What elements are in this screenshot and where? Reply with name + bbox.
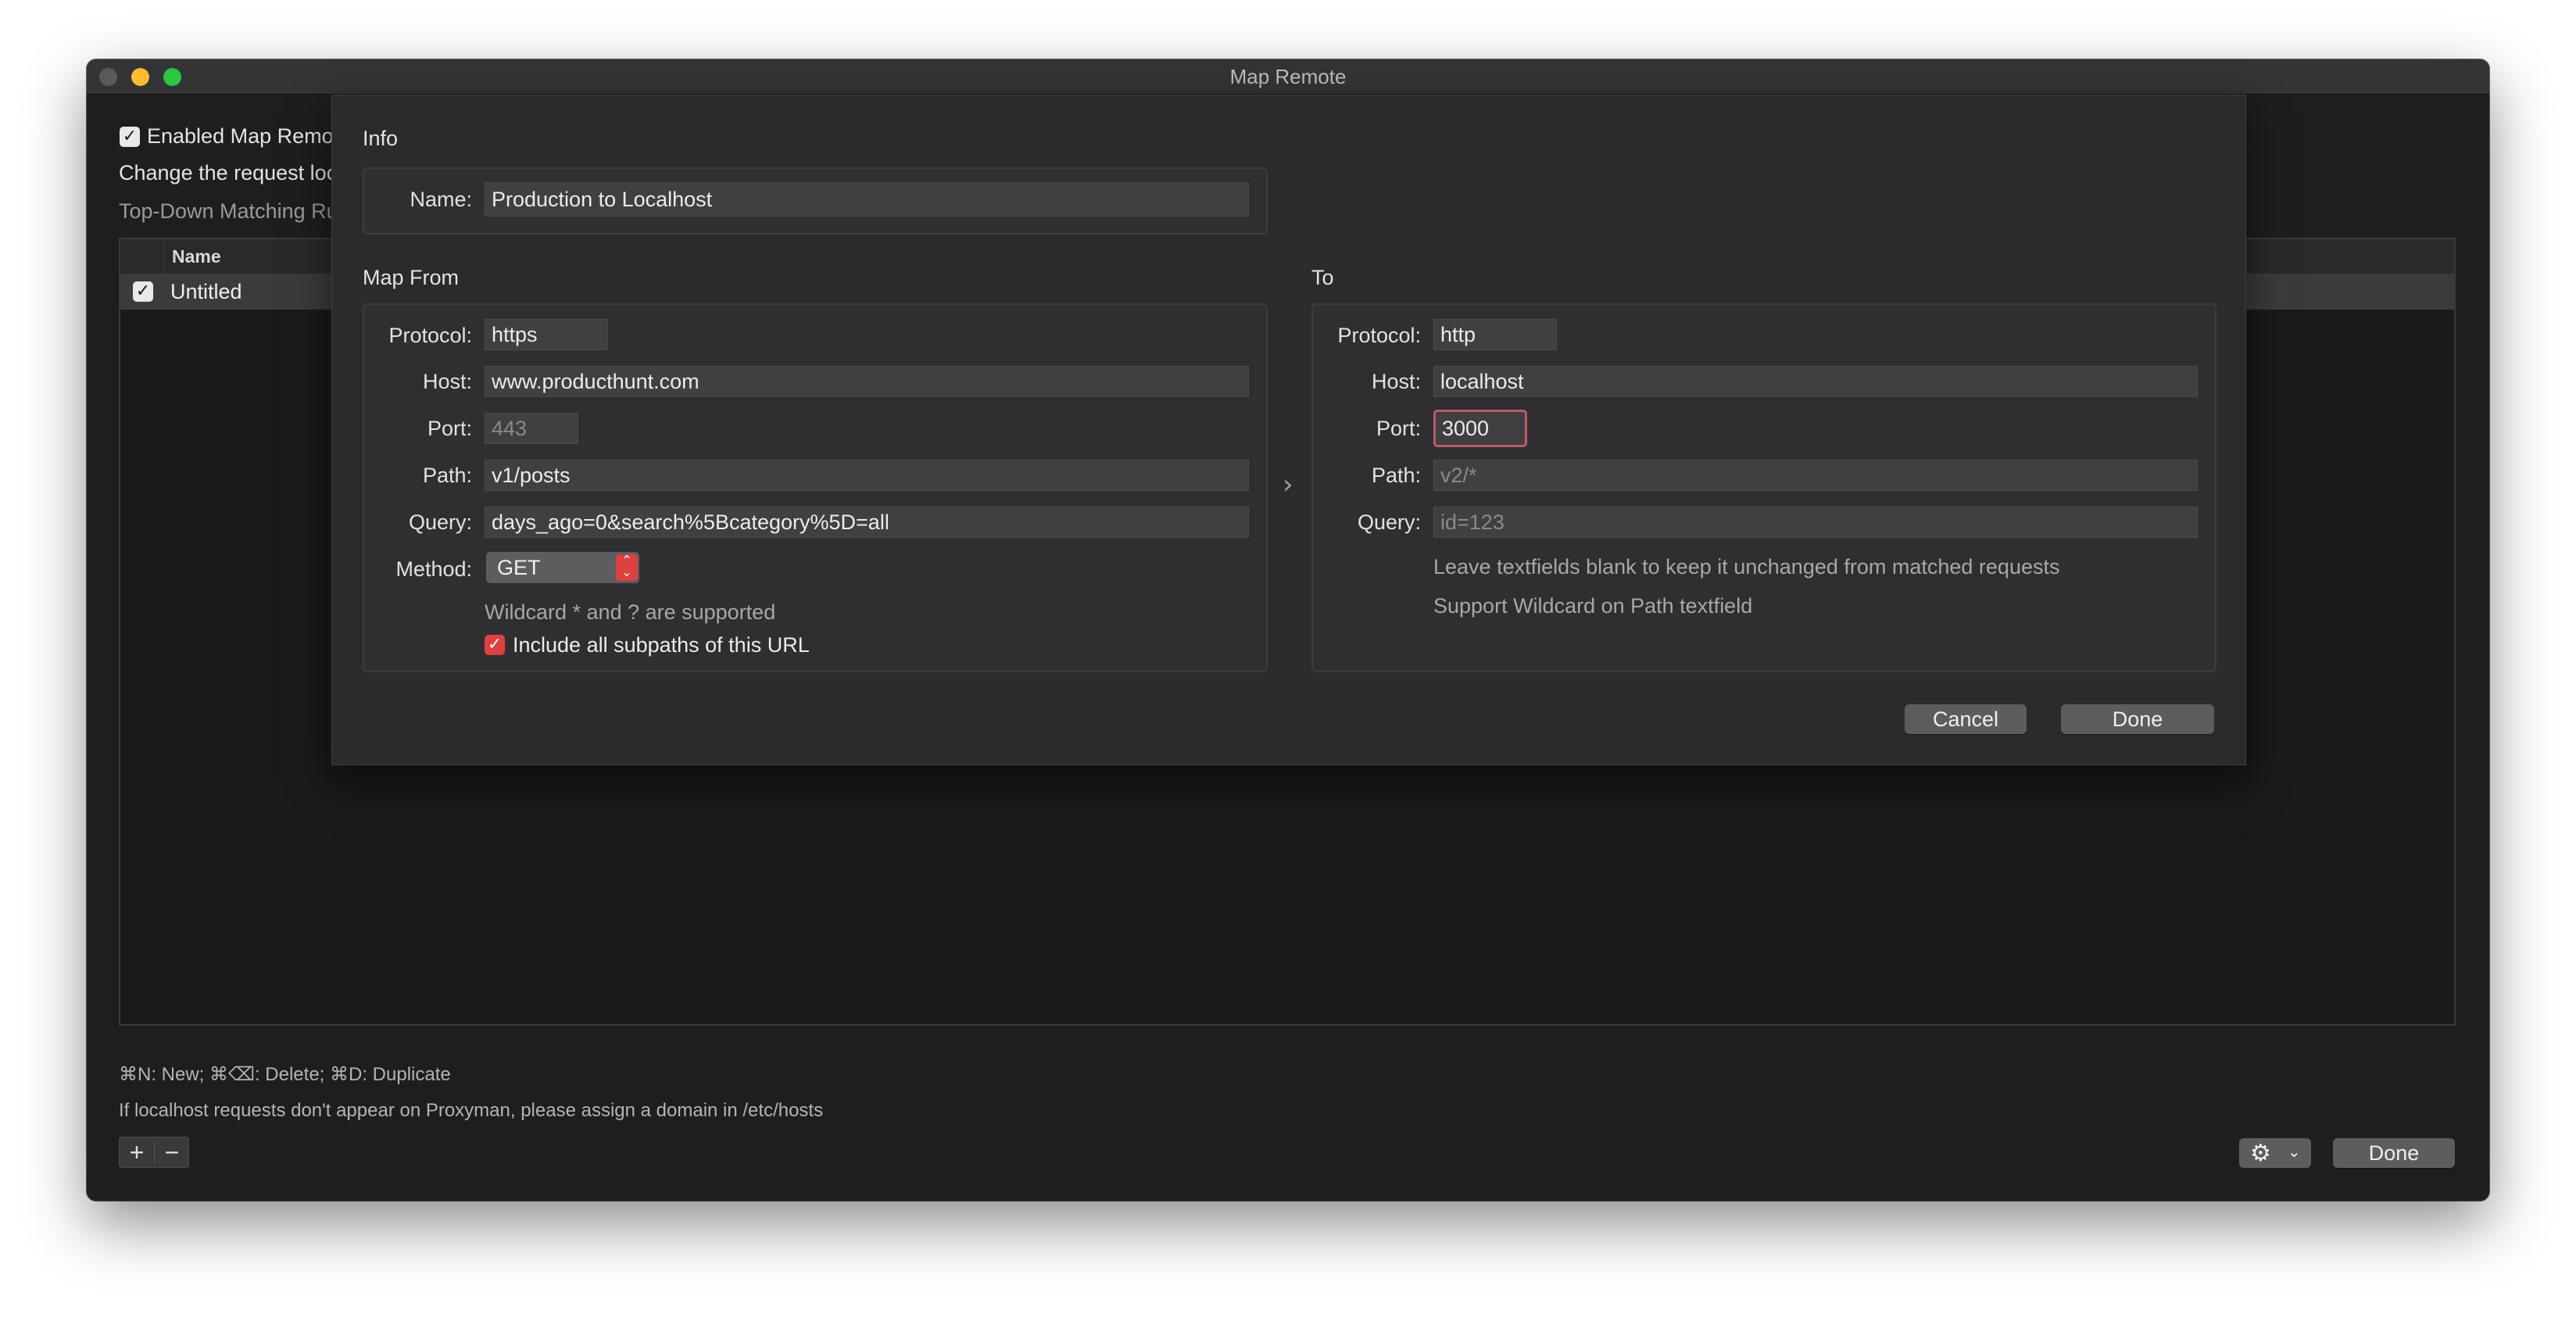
from-protocol-field[interactable]: https <box>485 319 608 350</box>
settings-dropdown[interactable]: ⚙ ⌄ <box>2239 1138 2311 1168</box>
from-host-label: Host: <box>422 370 472 393</box>
to-port-field[interactable]: 3000 <box>1433 410 1527 447</box>
cancel-button[interactable]: Cancel <box>1905 704 2027 734</box>
to-query-field[interactable]: id=123 <box>1433 507 2198 538</box>
add-remove-control: + − <box>119 1137 189 1168</box>
to-path-field[interactable]: v2/* <box>1433 460 2198 491</box>
title-bar: Map Remote <box>87 59 2489 95</box>
matching-rule-text: Top-Down Matching Rule <box>119 199 355 223</box>
blank-fields-hint: Leave textfields blank to keep it unchan… <box>1433 555 2060 578</box>
to-protocol-label: Protocol: <box>1337 324 1421 347</box>
to-port-label: Port: <box>1376 417 1421 440</box>
map-from-section-title: Map From <box>363 266 460 289</box>
row-name: Untitled <box>170 280 242 303</box>
to-path-label: Path: <box>1371 464 1421 487</box>
chevron-down-icon: ⌄ <box>2288 1142 2301 1161</box>
from-host-field[interactable]: www.producthunt.com <box>485 366 1249 397</box>
from-port-label: Port: <box>427 417 472 440</box>
column-header-name[interactable]: Name <box>172 246 221 267</box>
edit-rule-sheet: Info Name: Production to Localhost Map F… <box>331 95 2246 765</box>
include-subpaths-checkbox[interactable]: ✓ <box>485 635 505 655</box>
shortcuts-hint: ⌘N: New; ⌘⌫: Delete; ⌘D: Duplicate <box>119 1064 451 1085</box>
name-label: Name: <box>410 188 472 211</box>
remove-rule-button[interactable]: − <box>155 1137 189 1167</box>
column-divider <box>164 239 165 274</box>
row-enabled-checkbox[interactable]: ✓ <box>133 281 153 302</box>
chevron-right-icon: › <box>1283 469 1293 500</box>
info-section-title: Info <box>363 127 399 150</box>
wildcard-path-hint: Support Wildcard on Path textfield <box>1433 594 1753 618</box>
method-value: GET <box>497 556 541 579</box>
to-query-label: Query: <box>1357 510 1421 534</box>
from-port-field[interactable]: 443 <box>485 413 578 444</box>
from-query-field[interactable]: days_ago=0&search%5Bcategory%5D=all <box>485 507 1249 538</box>
enabled-map-remote-label: Enabled Map Remote <box>147 124 352 148</box>
stepper-arrows-icon: ⌃ ⌄ <box>616 554 638 581</box>
to-host-field[interactable]: localhost <box>1433 366 2198 397</box>
wildcard-hint: Wildcard * and ? are supported <box>485 600 776 624</box>
method-select[interactable]: GET ⌃ ⌄ <box>486 552 639 583</box>
add-rule-button[interactable]: + <box>120 1137 154 1167</box>
window-done-button[interactable]: Done <box>2333 1138 2455 1168</box>
window-title: Map Remote <box>1229 65 1347 88</box>
from-path-label: Path: <box>422 464 472 487</box>
from-path-field[interactable]: v1/posts <box>485 460 1249 491</box>
to-section-title: To <box>1311 266 1334 289</box>
enabled-map-remote-checkbox[interactable]: ✓ <box>120 127 140 147</box>
info-box: Name: Production to Localhost <box>363 167 1268 235</box>
method-label: Method: <box>395 557 472 581</box>
to-box: Protocol: http Host: localhost Port: 300… <box>1311 303 2216 672</box>
name-field[interactable]: Production to Localhost <box>485 182 1249 217</box>
to-host-label: Host: <box>1371 370 1421 393</box>
done-button[interactable]: Done <box>2061 704 2214 734</box>
map-from-box: Protocol: https Host: www.producthunt.co… <box>363 303 1268 672</box>
to-protocol-field[interactable]: http <box>1433 319 1557 350</box>
from-protocol-label: Protocol: <box>388 324 472 347</box>
gear-icon: ⚙ <box>2250 1140 2271 1167</box>
localhost-hint: If localhost requests don't appear on Pr… <box>119 1100 824 1121</box>
from-query-label: Query: <box>408 510 472 534</box>
include-subpaths-label: Include all subpaths of this URL <box>513 633 810 657</box>
